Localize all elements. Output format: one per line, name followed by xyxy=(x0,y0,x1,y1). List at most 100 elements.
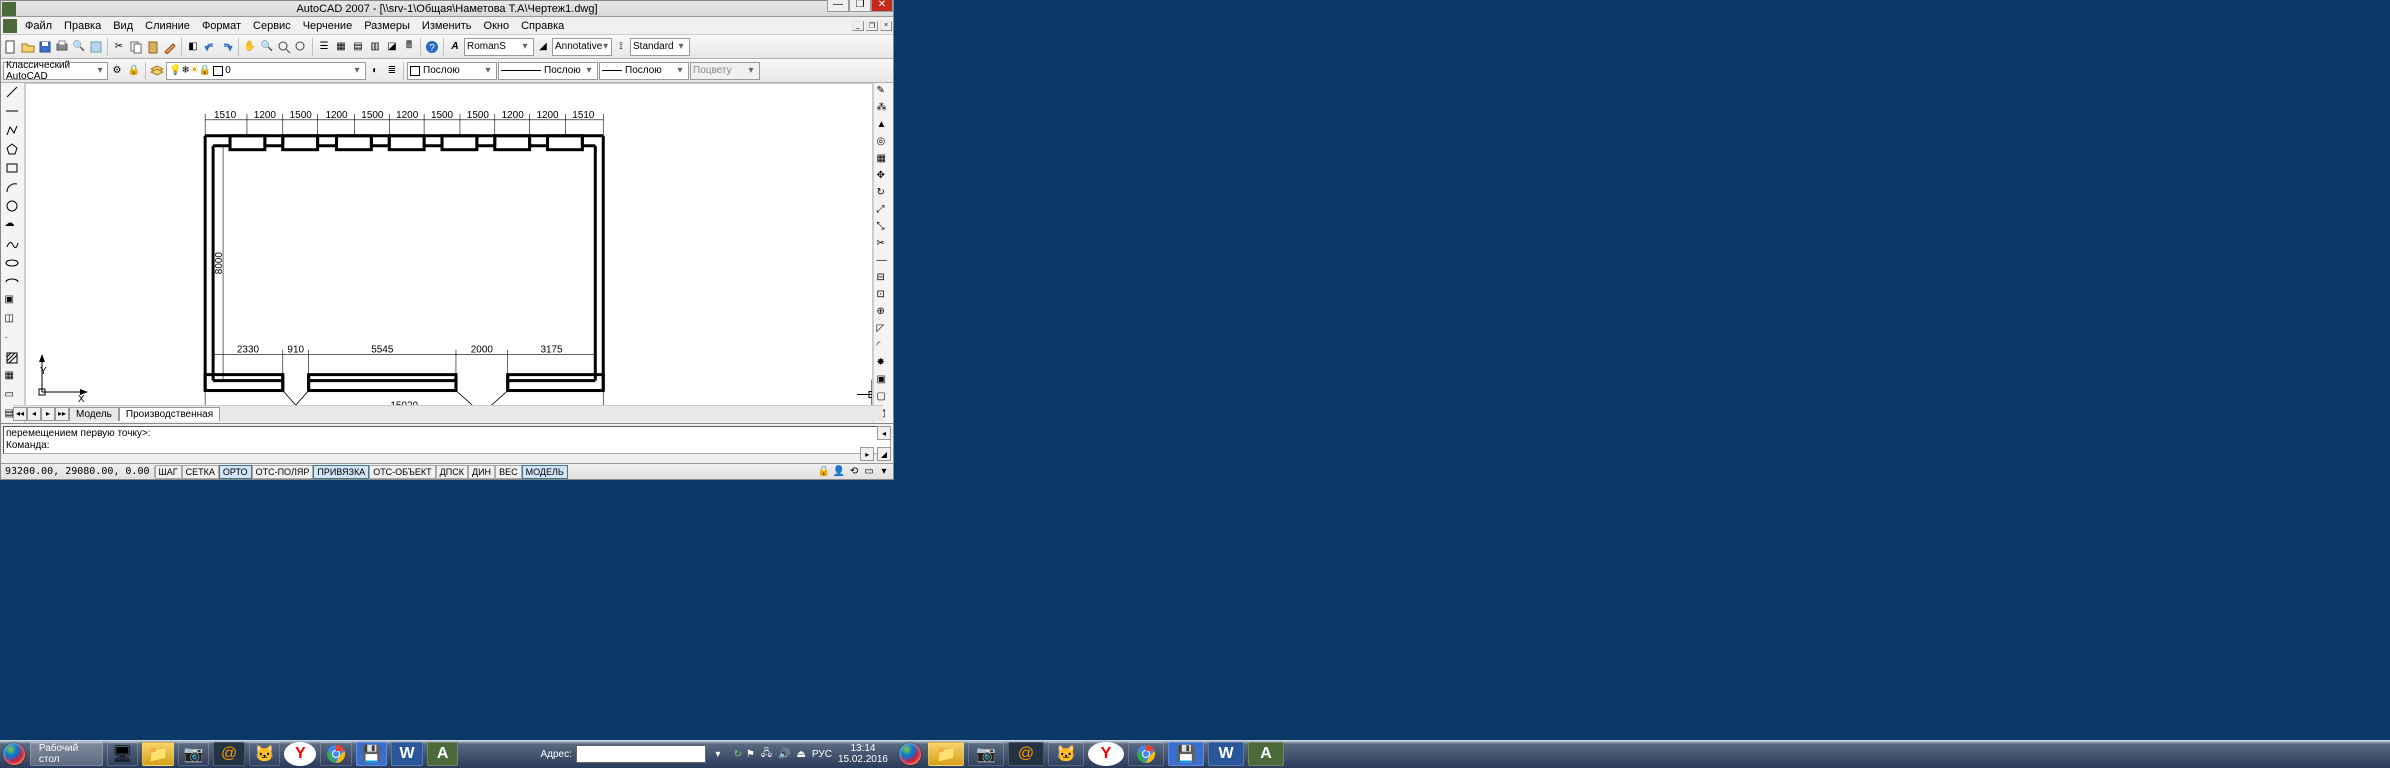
pan-icon[interactable]: ✋ xyxy=(242,39,258,55)
insert-block-icon[interactable]: ▣ xyxy=(4,293,22,311)
ql2-chrome-icon[interactable] xyxy=(1128,742,1164,766)
workspace-settings-icon[interactable]: ⚙ xyxy=(109,63,125,79)
menu-view[interactable]: Вид xyxy=(107,18,139,34)
ql2-yandex-icon[interactable]: Y xyxy=(1088,742,1124,766)
task-desktop[interactable]: Рабочий стол xyxy=(30,742,103,766)
annotation-style-combo[interactable]: Annotative▾ xyxy=(552,38,612,56)
clean-screen-icon[interactable]: ▭ xyxy=(862,465,876,479)
ql2-mail-icon[interactable]: @ xyxy=(1008,742,1044,766)
extend-icon[interactable]: — xyxy=(876,254,892,270)
open-icon[interactable] xyxy=(20,39,36,55)
toggle-osnap[interactable]: ПРИВЯЗКА xyxy=(313,465,369,479)
toggle-ortho[interactable]: ОРТО xyxy=(219,465,252,479)
tool-palettes-icon[interactable]: ▤ xyxy=(350,39,366,55)
menu-dimension[interactable]: Размеры xyxy=(358,18,416,34)
zoom-rt-icon[interactable]: 🔍 xyxy=(259,39,275,55)
dim-style-icon[interactable]: ⟟ xyxy=(613,39,629,55)
design-center-icon[interactable]: ▦ xyxy=(333,39,349,55)
ql-app1-icon[interactable]: 🐱 xyxy=(249,742,281,766)
tray-arrow-icon[interactable]: ▾ xyxy=(877,465,891,479)
zoom-window-icon[interactable] xyxy=(276,39,292,55)
chamfer-icon[interactable]: ◸ xyxy=(876,322,892,338)
annotation-visibility-icon[interactable]: 👤 xyxy=(832,465,846,479)
copy-icon[interactable] xyxy=(128,39,144,55)
minimize-button[interactable]: — xyxy=(827,0,849,12)
block-editor-icon[interactable]: ◧ xyxy=(185,39,201,55)
menu-edit[interactable]: Правка xyxy=(58,18,107,34)
gradient-icon[interactable]: ▦ xyxy=(4,369,22,387)
maximize-button[interactable]: ❐ xyxy=(849,0,871,12)
workspace-combo[interactable]: Классический AutoCAD▾ xyxy=(3,62,108,80)
ql2-camera-icon[interactable]: 📷 xyxy=(968,742,1004,766)
circle-icon[interactable] xyxy=(4,198,22,216)
ql2-explorer-icon[interactable]: 📁 xyxy=(928,742,964,766)
line-icon[interactable] xyxy=(4,84,22,102)
menu-help[interactable]: Справка xyxy=(515,18,570,34)
menu-insert[interactable]: Слияние xyxy=(139,18,196,34)
status-coords[interactable]: 93200.00, 29080.00, 0.00 xyxy=(1,466,155,477)
rotate-icon[interactable]: ↻ xyxy=(876,186,892,202)
menu-file[interactable]: Файл xyxy=(19,18,58,34)
cmd-resize-grip[interactable]: ◢ xyxy=(877,447,891,461)
array-icon[interactable]: ▦ xyxy=(876,152,892,168)
draworder-front-icon[interactable]: ▣ xyxy=(876,373,892,389)
make-block-icon[interactable]: ◫ xyxy=(4,312,22,330)
address-dropdown-icon[interactable]: ▾ xyxy=(710,746,726,762)
ql-word-icon[interactable]: W xyxy=(391,742,423,766)
break-icon[interactable]: ⊡ xyxy=(876,288,892,304)
cmd-scroll-right[interactable]: ▸ xyxy=(860,447,874,461)
linetype-combo[interactable]: Послою▾ xyxy=(498,62,598,80)
ellipse-arc-icon[interactable] xyxy=(4,274,22,292)
menu-tools[interactable]: Сервис xyxy=(247,18,297,34)
stretch-icon[interactable]: ⤡ xyxy=(876,220,892,236)
tray-clock[interactable]: 13:14 15.02.2016 xyxy=(838,743,888,765)
ellipse-icon[interactable] xyxy=(4,255,22,273)
ql-explorer-icon[interactable]: 📁 xyxy=(142,742,174,766)
undo-icon[interactable] xyxy=(202,39,218,55)
tray-flag-icon[interactable]: ⚑ xyxy=(746,749,755,760)
mirror-icon[interactable]: ▲ xyxy=(876,118,892,134)
start-button[interactable] xyxy=(0,740,28,768)
plotstyle-combo[interactable]: Поцвету▾ xyxy=(690,62,760,80)
text-style-combo[interactable]: RomanS▾ xyxy=(464,38,534,56)
menu-window[interactable]: Окно xyxy=(478,18,516,34)
rectangle-icon[interactable] xyxy=(4,160,22,178)
ql-chrome-icon[interactable] xyxy=(320,742,352,766)
zoom-prev-icon[interactable] xyxy=(293,39,309,55)
mdi-close-button[interactable]: × xyxy=(880,21,892,31)
text-style-icon[interactable]: A xyxy=(447,39,463,55)
lineweight-combo[interactable]: Послою▾ xyxy=(599,62,689,80)
save-icon[interactable] xyxy=(37,39,53,55)
mdi-minimize-button[interactable]: _ xyxy=(852,21,864,31)
tray-usb-icon[interactable]: ⏏ xyxy=(796,749,805,760)
command-text-area[interactable]: перемещением первую точку>: Команда: xyxy=(3,426,891,454)
dim-style-combo[interactable]: Standard▾ xyxy=(630,38,690,56)
ql2-word-icon[interactable]: W xyxy=(1208,742,1244,766)
tab-layout1[interactable]: Производственная xyxy=(119,407,220,421)
polyline-icon[interactable] xyxy=(4,122,22,140)
properties-icon[interactable]: ☰ xyxy=(316,39,332,55)
ql-showdesktop-icon[interactable]: 🖥 xyxy=(107,742,139,766)
erase-icon[interactable]: ✎ xyxy=(876,84,892,100)
toggle-otrack[interactable]: ОТС-ОБЪЕКТ xyxy=(369,465,435,479)
cut-icon[interactable]: ✂ xyxy=(111,39,127,55)
tab-last-button[interactable]: ▸▸ xyxy=(55,407,69,421)
hatch-icon[interactable] xyxy=(4,350,22,368)
markup-icon[interactable]: ◪ xyxy=(384,39,400,55)
ql2-app1-icon[interactable]: 🐱 xyxy=(1048,742,1084,766)
point-icon[interactable]: · xyxy=(4,331,22,349)
tray-volume-icon[interactable]: 🔊 xyxy=(778,749,790,760)
ql-mail-icon[interactable]: @ xyxy=(213,742,245,766)
layer-prev-icon[interactable]: ◐ xyxy=(367,63,383,79)
match-props-icon[interactable] xyxy=(162,39,178,55)
start-button-2[interactable] xyxy=(894,740,926,768)
tray-lang[interactable]: РУС xyxy=(812,749,832,760)
revcloud-icon[interactable]: ☁ xyxy=(4,217,22,235)
toggle-dyn[interactable]: ДИН xyxy=(468,465,495,479)
ql2-autocad-icon[interactable]: A xyxy=(1248,742,1284,766)
toggle-snap[interactable]: ШАГ xyxy=(155,465,182,479)
fillet-icon[interactable]: ◜ xyxy=(876,339,892,355)
move-icon[interactable]: ✥ xyxy=(876,169,892,185)
menu-modify[interactable]: Изменить xyxy=(416,18,478,34)
toggle-polar[interactable]: ОТС-ПОЛЯР xyxy=(252,465,314,479)
